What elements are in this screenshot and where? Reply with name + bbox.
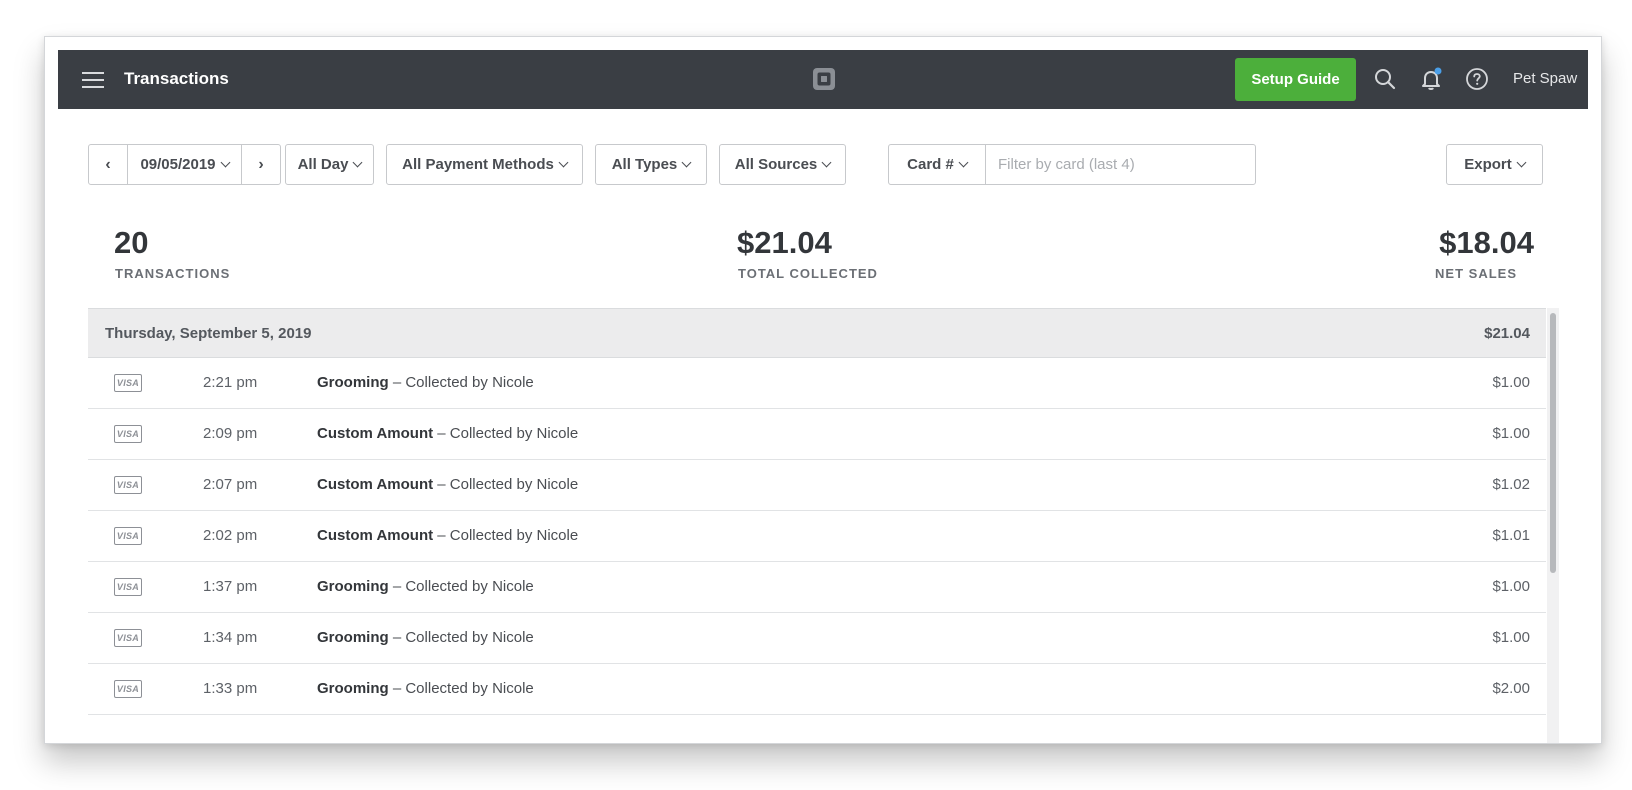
transactions-label: TRANSACTIONS: [115, 266, 231, 281]
export-button[interactable]: Export: [1446, 144, 1543, 185]
sources-dropdown[interactable]: All Sources: [719, 144, 846, 185]
chevron-down-icon: [1516, 157, 1527, 168]
top-navigation-bar: Transactions Setup Guide Pet Spaw: [58, 50, 1588, 109]
date-select[interactable]: 09/05/2019: [127, 145, 242, 184]
card-number-dropdown[interactable]: Card #: [889, 145, 986, 184]
card-last4-input[interactable]: [986, 145, 1255, 184]
transaction-amount: $1.01: [1492, 527, 1530, 544]
search-icon[interactable]: [1373, 67, 1397, 91]
transaction-amount: $1.00: [1492, 578, 1530, 595]
time-range-dropdown[interactable]: All Day: [285, 144, 374, 185]
scrollbar-thumb[interactable]: [1550, 313, 1556, 573]
transaction-time: 1:34 pm: [203, 629, 258, 646]
page-title: Transactions: [124, 69, 229, 88]
transaction-time: 1:33 pm: [203, 680, 258, 697]
sources-label: All Sources: [734, 156, 818, 173]
visa-card-icon: VISA: [114, 629, 142, 647]
total-collected-value: $21.04: [737, 225, 832, 260]
payment-methods-label: All Payment Methods: [402, 156, 554, 173]
net-sales-label: NET SALES: [1435, 266, 1517, 281]
transaction-collector: – Collected by Nicole: [392, 680, 534, 697]
transaction-time: 1:37 pm: [203, 578, 258, 595]
transaction-row[interactable]: VISA 1:37 pm Grooming – Collected by Nicol…: [88, 562, 1546, 613]
total-collected-label: TOTAL COLLECTED: [738, 266, 878, 281]
chevron-down-icon: [821, 157, 832, 168]
day-group-total: $21.04: [1484, 325, 1530, 342]
transaction-collector: – Collected by Nicole: [392, 374, 534, 391]
transaction-item: Grooming: [317, 680, 389, 697]
transaction-description: Custom Amount – Collected by Nicole: [317, 425, 578, 442]
transaction-description: Grooming – Collected by Nicole: [317, 629, 534, 646]
transactions-list: Thursday, September 5, 2019 $21.04 VISA 2…: [88, 308, 1546, 743]
transaction-row[interactable]: VISA 2:21 pm Grooming – Collected by Nicol…: [88, 358, 1546, 409]
help-icon[interactable]: [1465, 67, 1489, 91]
chevron-down-icon: [558, 157, 569, 168]
notification-bell-icon[interactable]: [1419, 67, 1443, 91]
transaction-row[interactable]: VISA 2:07 pm Custom Amount – Collected by …: [88, 460, 1546, 511]
transaction-row[interactable]: VISA 1:34 pm Grooming – Collected by Nicol…: [88, 613, 1546, 664]
user-account-menu[interactable]: Pet Spaw: [1513, 70, 1577, 87]
transaction-description: Custom Amount – Collected by Nicole: [317, 476, 578, 493]
card-select-label: Card #: [907, 156, 954, 173]
transaction-item: Custom Amount: [317, 527, 434, 544]
transaction-item: Grooming: [317, 578, 389, 595]
previous-date-button[interactable]: ‹: [89, 145, 127, 184]
scrollbar[interactable]: [1547, 308, 1559, 743]
transaction-description: Grooming – Collected by Nicole: [317, 374, 534, 391]
transaction-row[interactable]: VISA 1:33 pm Grooming – Collected by Nicol…: [88, 664, 1546, 715]
chevron-down-icon: [352, 157, 363, 168]
transaction-description: Grooming – Collected by Nicole: [317, 680, 534, 697]
visa-card-icon: VISA: [114, 476, 142, 494]
transaction-item: Custom Amount: [317, 425, 434, 442]
transaction-item: Grooming: [317, 374, 389, 391]
types-dropdown[interactable]: All Types: [595, 144, 707, 185]
day-group-header: Thursday, September 5, 2019 $21.04: [88, 308, 1546, 358]
visa-card-icon: VISA: [114, 527, 142, 545]
transaction-description: Grooming – Collected by Nicole: [317, 578, 534, 595]
payment-methods-dropdown[interactable]: All Payment Methods: [386, 144, 583, 185]
transactions-count: 20: [114, 225, 149, 260]
export-label: Export: [1464, 156, 1512, 173]
setup-guide-button[interactable]: Setup Guide: [1235, 58, 1356, 101]
transaction-amount: $1.02: [1492, 476, 1530, 493]
transaction-collector: – Collected by Nicole: [437, 527, 579, 544]
transaction-collector: – Collected by Nicole: [437, 425, 579, 442]
transaction-collector: – Collected by Nicole: [392, 629, 534, 646]
transaction-amount: $1.00: [1492, 374, 1530, 391]
chevron-down-icon: [958, 157, 969, 168]
visa-card-icon: VISA: [114, 374, 142, 392]
transaction-amount: $1.00: [1492, 629, 1530, 646]
time-range-label: All Day: [297, 156, 349, 173]
transaction-item: Custom Amount: [317, 476, 434, 493]
transaction-item: Grooming: [317, 629, 389, 646]
transaction-amount: $1.00: [1492, 425, 1530, 442]
date-picker: ‹ 09/05/2019 ›: [88, 144, 281, 185]
app-window: Transactions Setup Guide Pet Spaw ‹ 09/0…: [44, 36, 1602, 744]
transaction-collector: – Collected by Nicole: [437, 476, 579, 493]
types-label: All Types: [611, 156, 678, 173]
transaction-time: 2:02 pm: [203, 527, 258, 544]
visa-card-icon: VISA: [114, 578, 142, 596]
day-group-date: Thursday, September 5, 2019: [105, 325, 312, 342]
transaction-amount: $2.00: [1492, 680, 1530, 697]
menu-icon[interactable]: [82, 71, 104, 89]
visa-card-icon: VISA: [114, 680, 142, 698]
transaction-time: 2:07 pm: [203, 476, 258, 493]
transaction-description: Custom Amount – Collected by Nicole: [317, 527, 578, 544]
chevron-down-icon: [220, 157, 230, 168]
net-sales-value: $18.04: [1439, 225, 1534, 260]
visa-card-icon: VISA: [114, 425, 142, 443]
transaction-time: 2:21 pm: [203, 374, 258, 391]
transaction-collector: – Collected by Nicole: [392, 578, 534, 595]
transaction-row[interactable]: VISA 2:09 pm Custom Amount – Collected by …: [88, 409, 1546, 460]
chevron-down-icon: [681, 157, 692, 168]
transaction-row[interactable]: VISA 2:02 pm Custom Amount – Collected by …: [88, 511, 1546, 562]
transaction-time: 2:09 pm: [203, 425, 258, 442]
date-value: 09/05/2019: [140, 156, 216, 173]
square-logo-icon[interactable]: [812, 67, 836, 91]
next-date-button[interactable]: ›: [242, 145, 280, 184]
card-filter: Card #: [888, 144, 1256, 185]
